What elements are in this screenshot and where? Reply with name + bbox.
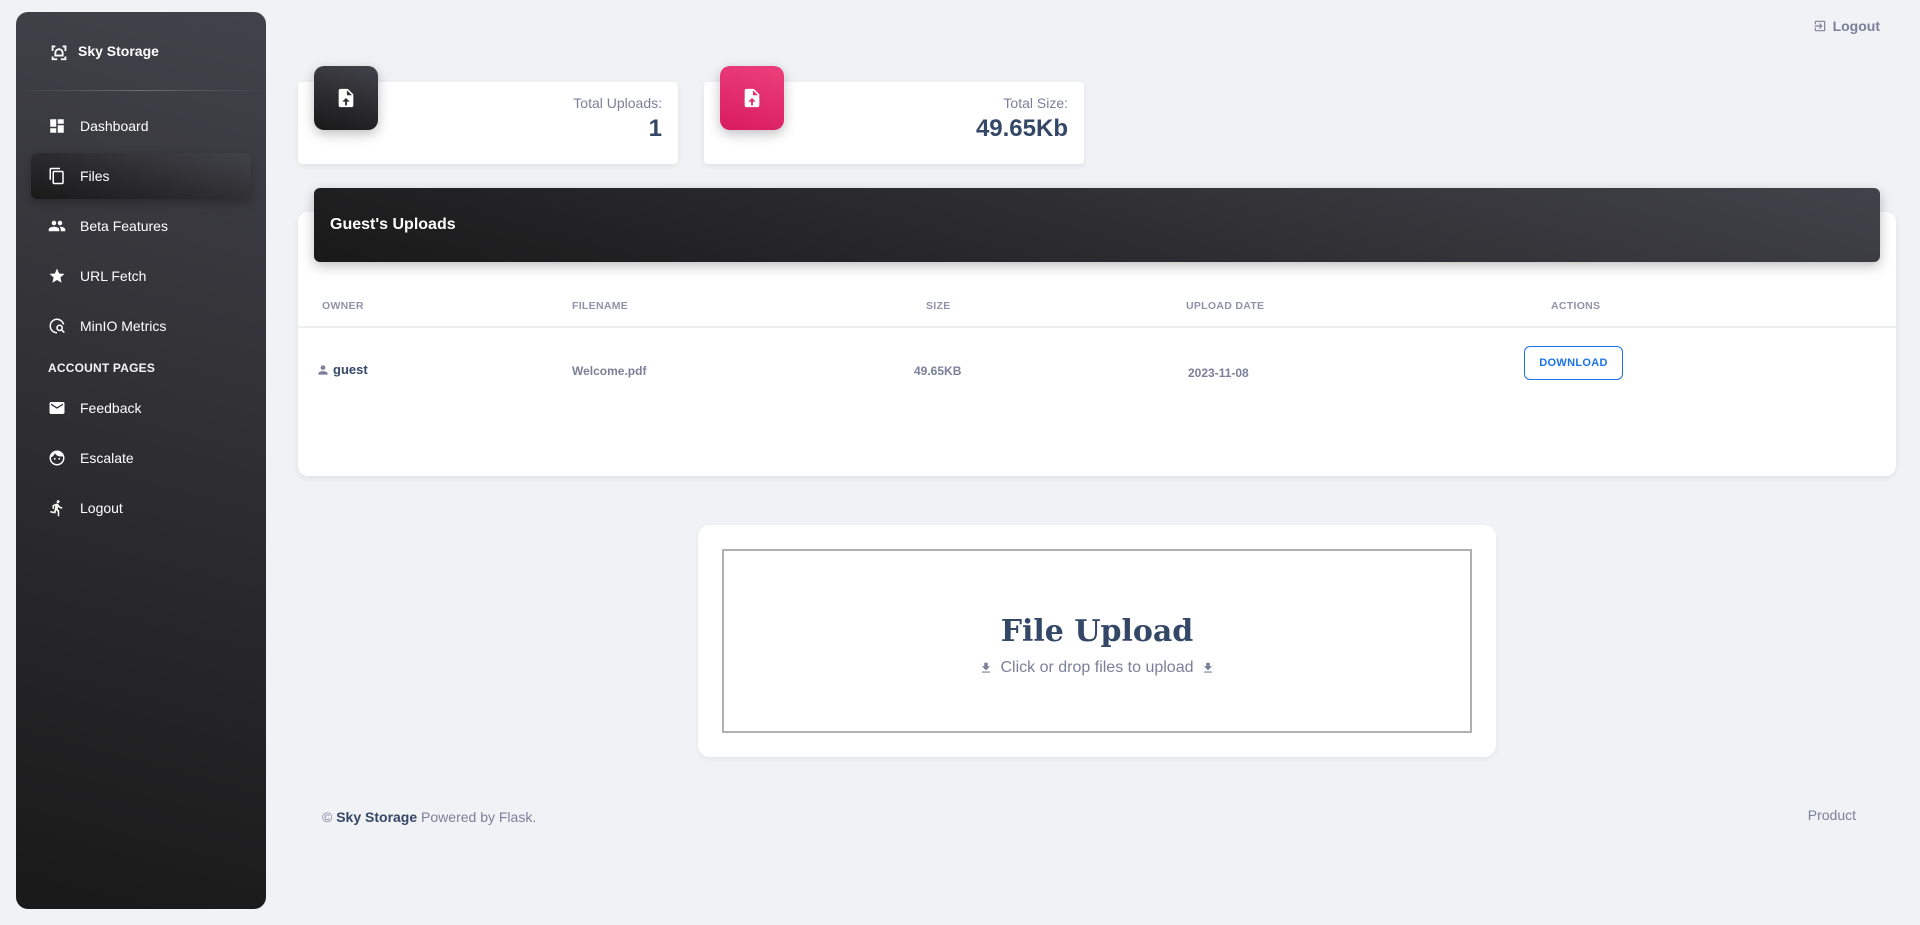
footer-brand[interactable]: Sky Storage <box>336 809 417 825</box>
dashboard-icon <box>48 117 66 135</box>
column-header-upload-date: UPLOAD DATE <box>1186 300 1265 312</box>
column-header-size: SIZE <box>926 300 951 312</box>
upload-file-icon <box>720 66 784 130</box>
person-icon <box>318 364 328 375</box>
download-button[interactable]: DOWNLOAD <box>1524 346 1623 380</box>
table-row-owner: guest <box>316 362 368 377</box>
total-uploads-card: Total Uploads: 1 <box>298 66 678 164</box>
sidebar-item-minio-metrics[interactable]: MinIO Metrics <box>31 303 251 349</box>
sidebar-item-label: Logout <box>80 500 123 516</box>
file-dropzone[interactable]: File Upload Click or drop files to uploa… <box>722 549 1472 733</box>
file-upload-subtitle-row: Click or drop files to upload <box>979 659 1216 677</box>
star-icon <box>48 267 66 285</box>
people-icon <box>48 217 66 235</box>
table-header-divider <box>298 326 1896 327</box>
sidebar-divider <box>16 90 266 91</box>
sidebar-item-escalate[interactable]: Escalate <box>31 435 251 481</box>
section-title-account-pages: ACCOUNT PAGES <box>48 361 156 375</box>
brand[interactable]: Sky Storage <box>16 12 266 90</box>
uploads-header: Guest's Uploads <box>314 188 1880 262</box>
table-row-filename: Welcome.pdf <box>572 364 647 378</box>
upload-file-icon <box>314 66 378 130</box>
uploads-card: Guest's Uploads <box>298 188 1896 476</box>
sidebar-item-label: Escalate <box>80 450 134 466</box>
sidebar-item-feedback[interactable]: Feedback <box>31 385 251 431</box>
sidebar-item-logout[interactable]: Logout <box>31 485 251 531</box>
face-icon <box>48 449 66 467</box>
column-header-actions: ACTIONS <box>1551 300 1601 312</box>
total-uploads-value: 1 <box>648 115 662 142</box>
sidebar-item-label: Beta Features <box>80 218 168 234</box>
column-header-owner: OWNER <box>322 300 364 312</box>
file-upload-card: File Upload Click or drop files to uploa… <box>698 525 1496 757</box>
sidebar-item-dashboard[interactable]: Dashboard <box>31 103 251 149</box>
run-icon <box>48 499 66 517</box>
total-uploads-label: Total Uploads: <box>573 95 662 111</box>
download-arrow-icon <box>981 662 990 673</box>
owner-name: guest <box>333 362 368 377</box>
sidebar-item-beta-features[interactable]: Beta Features <box>31 203 251 249</box>
total-size-value: 49.65Kb <box>975 115 1068 142</box>
footer-product-link[interactable]: Product <box>1808 807 1856 823</box>
top-logout-link[interactable]: Logout <box>1813 18 1880 34</box>
footer-powered: Powered by Flask. <box>421 809 537 825</box>
brand-logo-icon <box>48 40 70 62</box>
footer-copyright: © Sky Storage Powered by Flask. <box>322 809 536 825</box>
sidebar: Sky Storage Dashboard Files Beta Feature… <box>16 12 266 909</box>
sidebar-item-url-fetch[interactable]: URL Fetch <box>31 253 251 299</box>
files-icon <box>48 167 66 185</box>
total-size-label: Total Size: <box>1003 95 1068 111</box>
uploads-title: Guest's Uploads <box>330 216 456 233</box>
sidebar-item-label: Files <box>80 168 110 184</box>
sidebar-item-label: MinIO Metrics <box>80 318 167 334</box>
download-arrow-icon <box>1204 662 1213 673</box>
sidebar-item-files[interactable]: Files <box>31 153 251 199</box>
table-row-date: 2023-11-08 <box>1188 366 1249 380</box>
column-header-filename: FILENAME <box>572 300 629 312</box>
copyright-symbol: © <box>322 809 333 825</box>
sidebar-item-label: Dashboard <box>80 118 149 134</box>
sidebar-item-label: Feedback <box>80 400 142 416</box>
table-header <box>298 294 1896 328</box>
file-upload-title: File Upload <box>1000 613 1194 649</box>
brand-name: Sky Storage <box>78 43 159 59</box>
metrics-search-icon <box>48 317 66 335</box>
mail-icon <box>48 399 66 417</box>
table-row-size: 49.65KB <box>914 364 962 378</box>
top-logout-label: Logout <box>1832 18 1880 34</box>
logout-icon <box>1814 20 1825 32</box>
sidebar-item-label: URL Fetch <box>80 268 147 284</box>
file-upload-subtitle: Click or drop files to upload <box>1000 658 1194 676</box>
total-size-card: Total Size: 49.65Kb <box>704 66 1084 164</box>
